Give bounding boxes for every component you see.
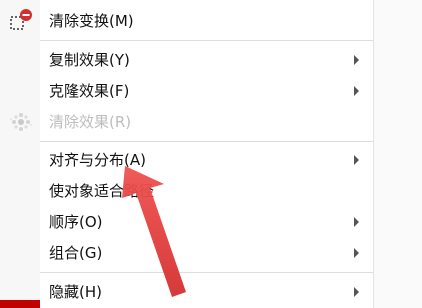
annotation-arrow-icon [122,166,186,297]
